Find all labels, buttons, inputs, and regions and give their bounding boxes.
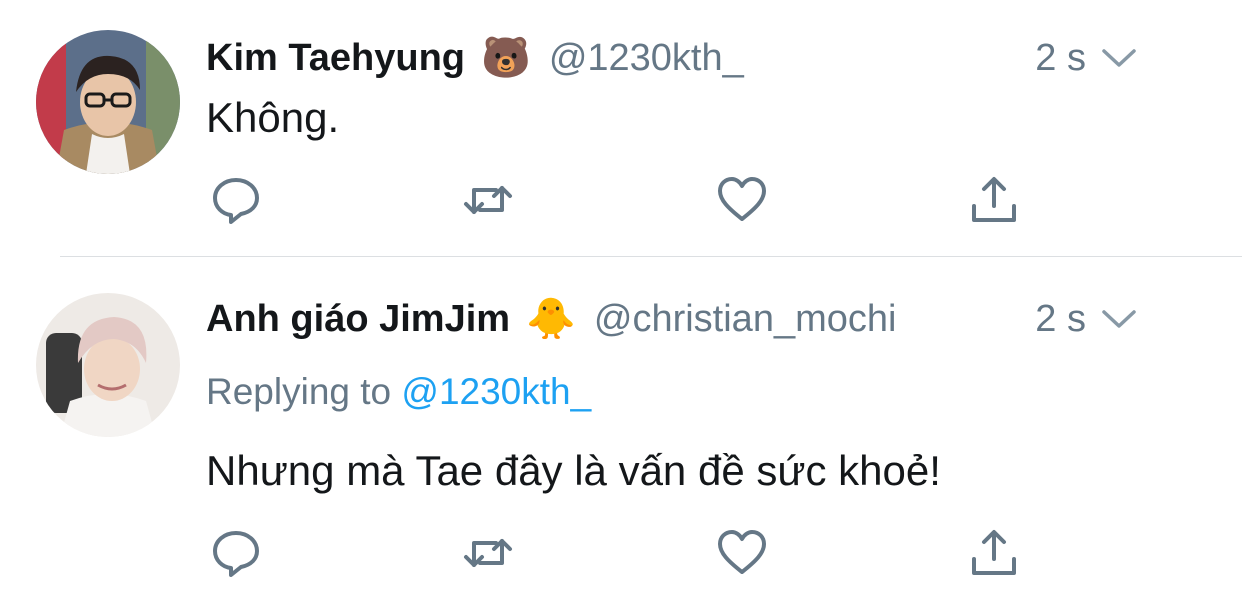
tweet[interactable]: Anh giáo JimJim 🐥 @christian_mochi 2 s R… [0,257,1242,604]
retweet-icon [464,186,512,214]
avatar[interactable] [36,30,180,174]
tweet-header: Kim Taehyung 🐻 @1230kth_ 2 s [206,28,1182,88]
reply-button[interactable] [208,525,264,581]
like-button[interactable] [714,525,770,581]
bear-emoji-icon: 🐻 [481,36,531,80]
share-icon [972,177,1016,222]
timestamp: 2 s [1035,298,1138,341]
chevron-down-icon[interactable] [1100,307,1138,331]
heart-icon [718,177,766,221]
chick-emoji-icon: 🐥 [526,297,576,341]
time-label: 2 s [1035,36,1086,79]
avatar[interactable] [36,293,180,437]
tweet-text: Nhưng mà Tae đây là vấn đề sức khoẻ! [206,447,941,494]
author-handle[interactable]: @christian_mochi [594,298,897,341]
author-handle[interactable]: @1230kth_ [549,37,744,80]
tweet-header: Anh giáo JimJim 🐥 @christian_mochi 2 s [206,289,1182,349]
tweet-actions [0,172,1242,228]
tweet-actions [0,525,1242,581]
share-button[interactable] [966,525,1022,581]
comment-bubble-icon [213,531,259,577]
like-button[interactable] [714,172,770,228]
reply-button[interactable] [208,172,264,228]
replying-prefix: Replying to [206,371,392,412]
share-button[interactable] [966,172,1022,228]
comment-bubble-icon [213,178,259,224]
replying-handle-link[interactable]: @1230kth_ [401,371,591,412]
author-name[interactable]: Kim Taehyung [206,37,465,80]
timestamp: 2 s [1035,37,1138,80]
tweet-text: Không. [206,94,340,141]
time-label: 2 s [1035,297,1086,340]
retweet-icon [464,539,512,567]
heart-icon [718,530,766,574]
replying-to: Replying to @1230kth_ [206,371,591,413]
tweet[interactable]: Kim Taehyung 🐻 @1230kth_ 2 s Không. [0,0,1242,256]
chevron-down-icon[interactable] [1100,46,1138,70]
author-name[interactable]: Anh giáo JimJim [206,298,510,341]
share-icon [972,530,1016,575]
retweet-button[interactable] [460,525,516,581]
retweet-button[interactable] [460,172,516,228]
